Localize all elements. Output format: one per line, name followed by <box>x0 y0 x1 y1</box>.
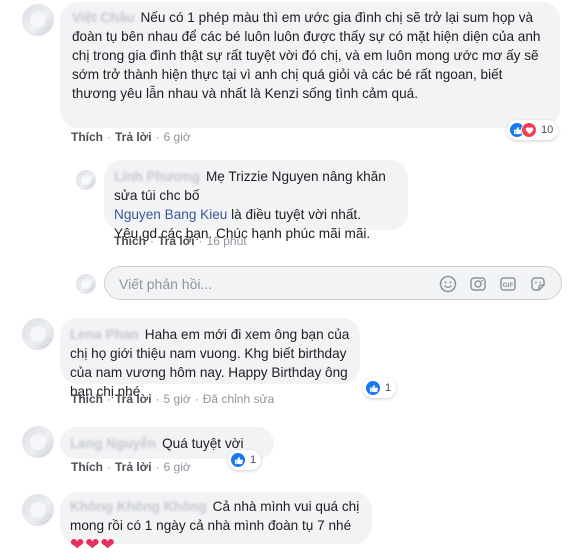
reply-button[interactable]: Trả lời <box>115 130 152 144</box>
avatar[interactable] <box>22 4 54 36</box>
comment-author[interactable]: Lang Nguyễn <box>70 436 156 451</box>
reaction-count: 10 <box>541 124 554 136</box>
comment-author[interactable]: Linh Phương <box>114 169 200 184</box>
comment-bubble: Lena Phan Haha em mới đi xem ông bạn của … <box>60 318 360 399</box>
avatar[interactable] <box>76 170 96 190</box>
svg-text:GIF: GIF <box>503 282 514 289</box>
gif-icon[interactable]: GIF <box>499 275 517 293</box>
avatar[interactable] <box>22 318 54 350</box>
sticker-icon[interactable] <box>529 275 547 293</box>
reaction-summary[interactable]: 1 <box>363 378 397 398</box>
reply-button[interactable]: Trả lời <box>158 234 195 248</box>
comment-actions: Thích · Trả lời · 16 phút <box>114 234 247 248</box>
reaction-count: 1 <box>250 454 257 466</box>
comment-actions: Thích · Trả lời · 6 giờ <box>71 130 191 144</box>
like-button[interactable]: Thích <box>71 460 103 474</box>
reaction-summary[interactable]: 10 <box>507 120 559 140</box>
timestamp[interactable]: 6 giờ <box>164 460 191 474</box>
like-icon <box>230 452 246 468</box>
comment-author[interactable]: Lena Phan <box>70 327 139 342</box>
comment-bubble: Việt Châu Nếu có 1 phép màu thì em ước gi… <box>60 2 560 128</box>
mention-link[interactable]: Nguyen Bang Kieu <box>114 207 227 222</box>
avatar[interactable] <box>22 494 54 526</box>
comment-text: là điều tuyệt vời nhất. <box>231 207 361 222</box>
comment-actions: Thích · Trả lời · 6 giờ <box>71 460 191 474</box>
like-button[interactable]: Thích <box>114 234 146 248</box>
camera-icon[interactable] <box>469 275 487 293</box>
reply-input[interactable] <box>117 267 421 301</box>
avatar <box>76 274 96 294</box>
like-icon <box>365 380 381 396</box>
reply-button[interactable]: Trả lời <box>115 460 152 474</box>
timestamp[interactable]: 16 phút <box>207 234 247 248</box>
reaction-summary[interactable]: 1 <box>228 450 262 470</box>
comment-bubble: Linh Phương Mẹ Trizzie Nguyen nâng khăn s… <box>104 160 408 241</box>
comment-text: Nếu có 1 phép màu thì em ước gia đình ch… <box>72 10 541 101</box>
comment-actions: Thích · Trả lời · 5 giờ · Đã chỉnh sửa <box>71 392 275 406</box>
comment-bubble: Không Không Không Cả nhà mình vui quá chị… <box>60 492 372 554</box>
timestamp[interactable]: 6 giờ <box>164 130 191 144</box>
reply-button[interactable]: Trả lời <box>115 392 152 406</box>
comment-text: Quá tuyệt vời <box>162 436 244 451</box>
avatar[interactable] <box>22 426 54 458</box>
edited-label[interactable]: Đã chỉnh sửa <box>203 392 274 406</box>
reaction-count: 1 <box>385 382 392 394</box>
love-icon <box>521 122 537 138</box>
like-button[interactable]: Thích <box>71 392 103 406</box>
reply-box: GIF <box>104 266 562 301</box>
like-button[interactable]: Thích <box>71 130 103 144</box>
timestamp[interactable]: 5 giờ <box>164 392 191 406</box>
emoji-icon[interactable] <box>439 275 457 293</box>
comment-author[interactable]: Không Không Không <box>70 499 207 514</box>
comment-author[interactable]: Việt Châu <box>72 10 134 25</box>
